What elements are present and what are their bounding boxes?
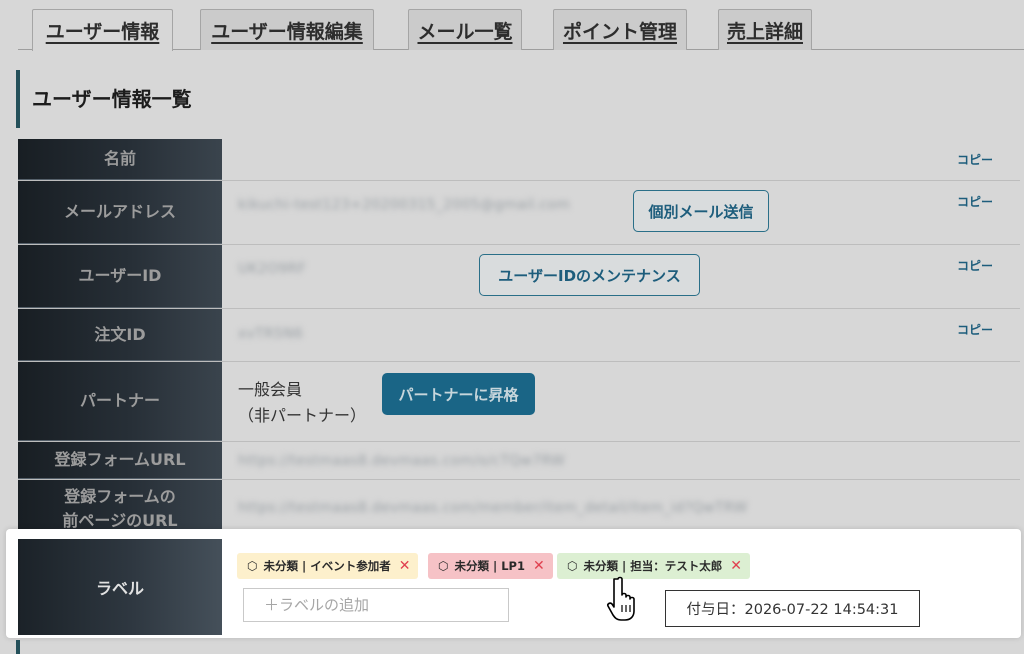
tab-point-management[interactable]: ポイント管理 — [553, 9, 687, 50]
partner-status-line1: 一般会員 — [238, 380, 303, 399]
assigned-date-tooltip: 付与日：2026-07-22 14:54:31 — [665, 590, 920, 627]
row-header-order-id: 注文ID — [18, 309, 222, 361]
next-section-accent-bar — [16, 640, 20, 654]
label-chip-text: 未分類 | LP1 — [454, 559, 525, 573]
label-chip-event[interactable]: ⬡ 未分類 | イベント参加者 ✕ — [237, 553, 419, 579]
row-value-order-id: xvTR5N6 コピー — [222, 309, 1020, 361]
label-chip-staff[interactable]: ⬡ 未分類 | 担当：テスト太郎 ✕ — [557, 553, 750, 579]
order-id-value: xvTR5N6 — [238, 326, 304, 342]
promote-partner-button[interactable]: パートナーに昇格 — [382, 373, 535, 415]
row-name: 名前 コピー — [18, 139, 1020, 181]
form-url-link[interactable]: https://testmaas8.devmaas.com/o/cTQw7RW — [238, 453, 565, 469]
row-user-id: ユーザーID UK2O9RF ユーザーIDのメンテナンス コピー — [18, 245, 1020, 309]
send-individual-mail-button[interactable]: 個別メール送信 — [633, 190, 769, 232]
copy-name-button[interactable]: コピー — [957, 151, 993, 168]
page-title: ユーザー情報一覧 — [32, 87, 192, 111]
row-header-form-url: 登録フォームURL — [18, 442, 222, 479]
tab-user-info[interactable]: ユーザー情報 — [32, 9, 173, 51]
tag-icon: ⬡ — [247, 559, 258, 573]
prev-page-url-link[interactable]: https://testmaas8.devmaas.com/member/ite… — [238, 500, 747, 516]
copy-order-id-button[interactable]: コピー — [957, 321, 993, 338]
label-chip-text: 未分類 | イベント参加者 — [263, 559, 391, 573]
tab-bar: ユーザー情報 ユーザー情報編集 メール一覧 ポイント管理 売上詳細 — [0, 0, 1024, 51]
row-value-name: コピー — [222, 139, 1020, 180]
add-label-input[interactable] — [243, 588, 509, 622]
row-header-email: メールアドレス — [18, 181, 222, 244]
remove-label-icon[interactable]: ✕ — [730, 558, 742, 574]
row-order-id: 注文ID xvTR5N6 コピー — [18, 309, 1020, 362]
hand-cursor-icon — [607, 576, 635, 621]
user-id-value: UK2O9RF — [238, 261, 307, 277]
tag-icon: ⬡ — [438, 559, 449, 573]
row-header-label: ラベル — [18, 539, 222, 635]
remove-label-icon[interactable]: ✕ — [533, 558, 545, 574]
remove-label-icon[interactable]: ✕ — [399, 558, 411, 574]
heading-accent-bar — [16, 70, 20, 128]
row-header-partner: パートナー — [18, 362, 222, 441]
row-header-user-id: ユーザーID — [18, 245, 222, 308]
tag-icon: ⬡ — [567, 559, 578, 573]
partner-status-line2: （非パートナー） — [238, 406, 367, 425]
row-form-url: 登録フォームURL https://testmaas8.devmaas.com/… — [18, 442, 1020, 480]
row-partner: パートナー 一般会員 （非パートナー） パートナーに昇格 — [18, 362, 1020, 442]
row-email: メールアドレス kikuchi-test123+20200315_2005@gm… — [18, 181, 1020, 245]
row-value-user-id: UK2O9RF ユーザーIDのメンテナンス コピー — [222, 245, 1020, 308]
row-header-name: 名前 — [18, 139, 222, 180]
tab-user-info-edit[interactable]: ユーザー情報編集 — [200, 9, 374, 50]
copy-user-id-button[interactable]: コピー — [957, 257, 993, 274]
tab-mail-list[interactable]: メール一覧 — [408, 9, 522, 50]
label-chip-lp1[interactable]: ⬡ 未分類 | LP1 ✕ — [428, 553, 553, 579]
copy-email-button[interactable]: コピー — [957, 193, 993, 210]
email-value: kikuchi-test123+20200315_2005@gmail.com — [238, 197, 571, 213]
row-value-email: kikuchi-test123+20200315_2005@gmail.com … — [222, 181, 1020, 244]
label-chip-text: 未分類 | 担当：テスト太郎 — [583, 559, 723, 573]
row-value-form-url: https://testmaas8.devmaas.com/o/cTQw7RW — [222, 442, 1020, 479]
row-value-partner: 一般会員 （非パートナー） パートナーに昇格 — [222, 362, 1020, 441]
tab-sales-detail[interactable]: 売上詳細 — [718, 9, 812, 50]
user-id-maintenance-button[interactable]: ユーザーIDのメンテナンス — [479, 254, 700, 296]
